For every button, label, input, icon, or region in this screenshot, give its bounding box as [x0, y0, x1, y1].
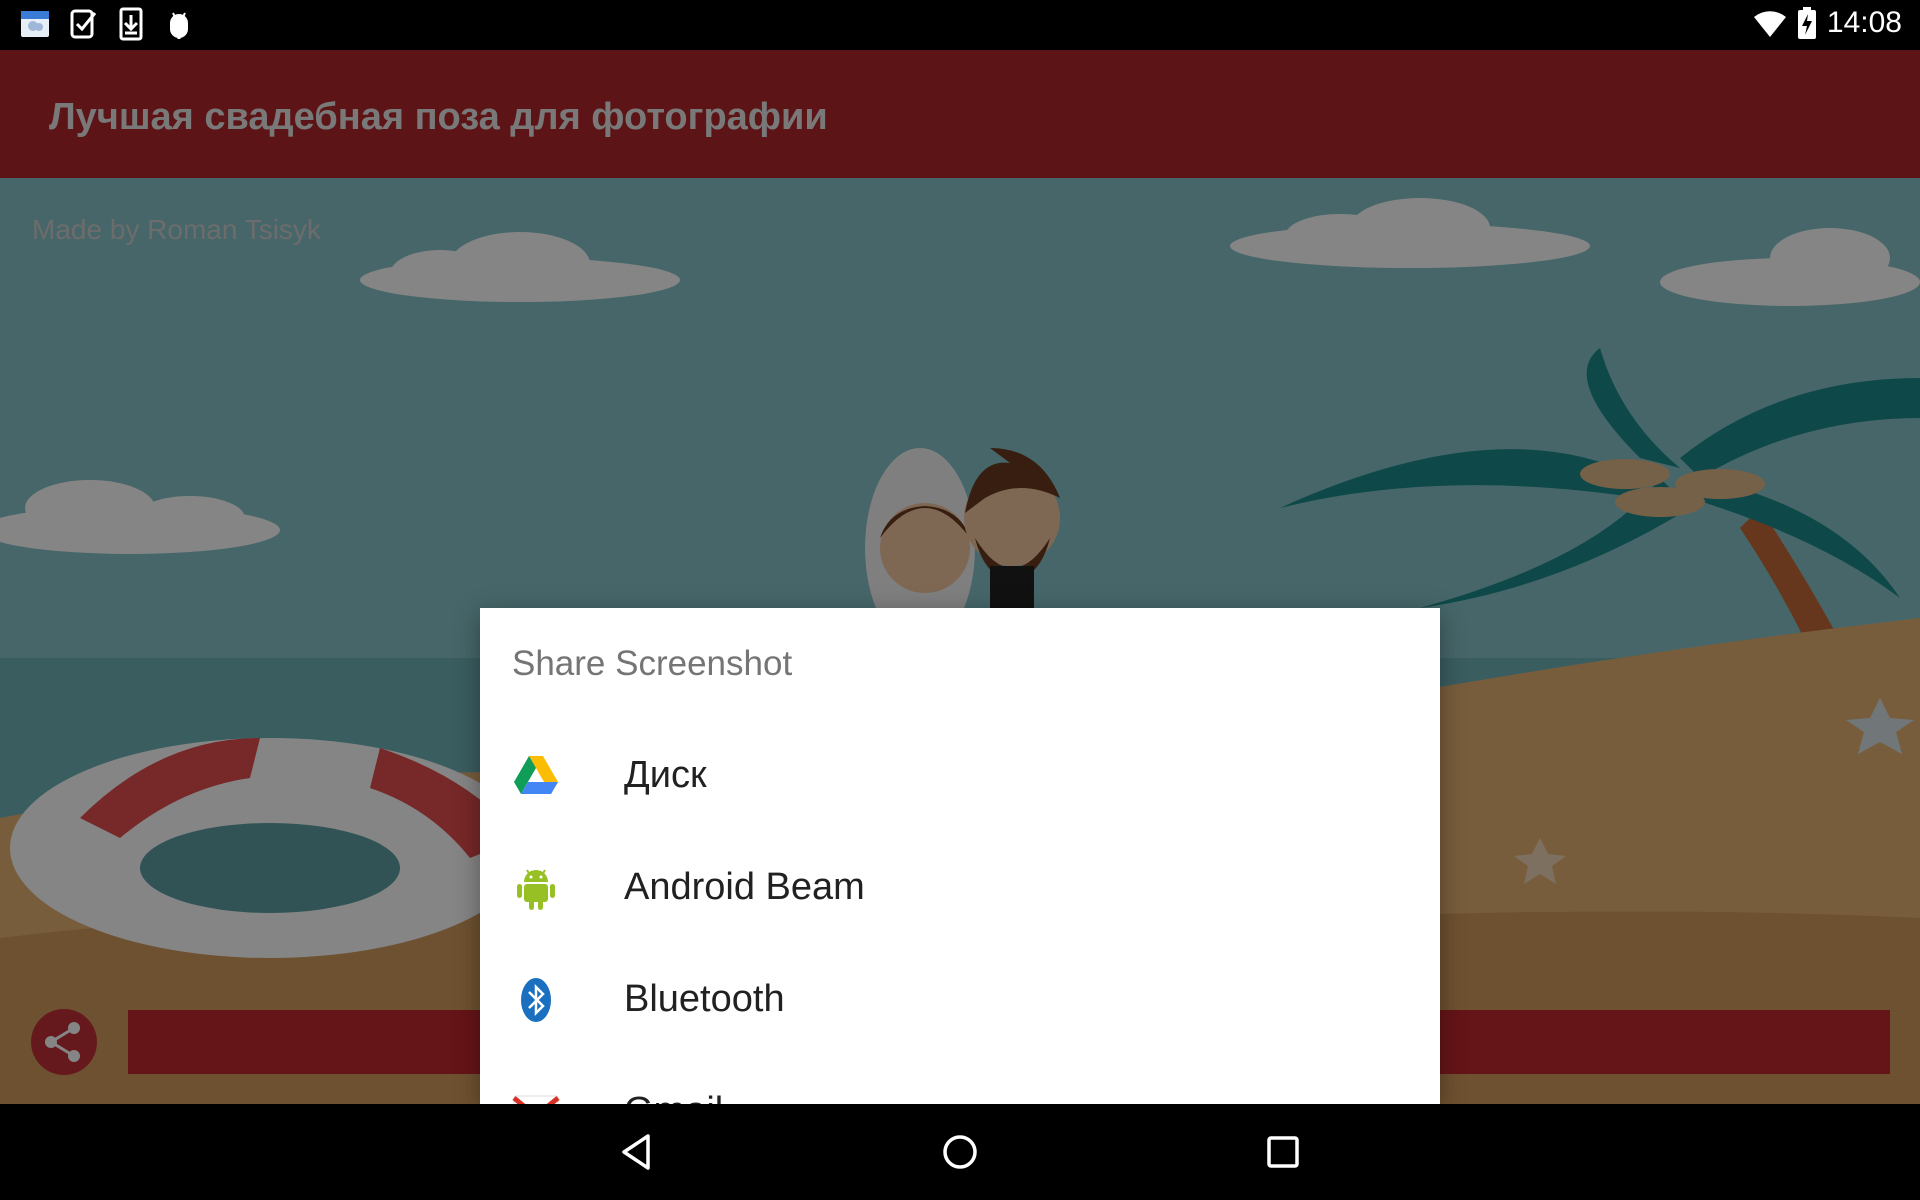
bluetooth-icon [521, 978, 551, 1022]
wifi-icon [1753, 11, 1786, 37]
share-option-bluetooth[interactable]: Bluetooth [480, 944, 1440, 1056]
battery-charging-icon [1797, 7, 1816, 39]
gmail-icon [512, 1095, 560, 1104]
android-debug-icon [170, 12, 188, 39]
google-drive-icon [514, 756, 558, 794]
recents-icon[interactable] [1259, 1128, 1307, 1176]
share-option-label: Диск [624, 754, 707, 796]
share-option-label: Gmail [624, 1090, 723, 1104]
navigation-bar [0, 1104, 1920, 1200]
dialog-title: Share Screenshot [512, 644, 793, 683]
share-option-android-beam[interactable]: Android Beam [480, 832, 1440, 944]
download-icon [119, 7, 143, 41]
share-option-label: Android Beam [624, 866, 865, 908]
share-option-gmail[interactable]: Gmail [480, 1056, 1440, 1104]
home-icon[interactable] [936, 1128, 984, 1176]
share-dialog: Share Screenshot Диск Android Beam Bluet… [480, 608, 1440, 1104]
status-time: 14:08 [1826, 6, 1902, 39]
share-option-drive[interactable]: Диск [480, 720, 1440, 832]
task-checklist-icon [70, 9, 97, 39]
share-option-label: Bluetooth [624, 978, 785, 1020]
back-icon[interactable] [612, 1128, 660, 1176]
android-icon [517, 869, 555, 910]
status-bar: 14:08 [0, 0, 1920, 50]
weather-app-icon [21, 11, 49, 37]
